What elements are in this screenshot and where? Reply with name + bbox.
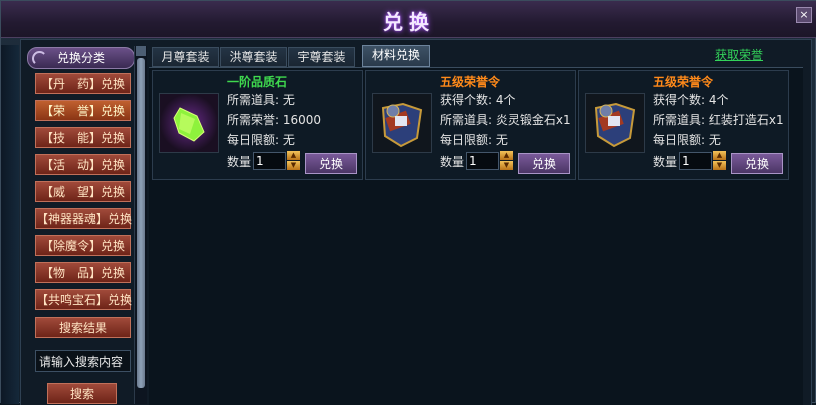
item-name: 五级荣誉令 [440,75,501,89]
exchange-window: 兑换 × 兑换分类 【丹 药】兑换 【荣 誉】兑换 【技 能】兑换 【活 动】兑… [0,0,816,405]
item-required-honor: 所需荣誉: 16000 [227,113,322,127]
tab-moon-set[interactable]: 月尊套装 [152,47,219,67]
item-daily-limit: 每日限额: 无 [227,133,295,147]
tab-hong-set[interactable]: 洪尊套装 [220,47,287,67]
quantity-down-icon[interactable]: ▼ [287,161,300,170]
exchange-card: 一阶品质石 所需道具: 无 所需荣誉: 16000 每日限额: 无 数量 ▲ ▼… [152,70,363,180]
quantity-label: 数量 [440,155,465,169]
category-header-label: 兑换分类 [56,51,105,65]
category-skill[interactable]: 【技 能】兑换 [35,127,131,148]
item-daily-limit: 每日限额: 无 [653,133,721,147]
search-results-button[interactable]: 搜索结果 [35,317,131,338]
category-artifact-soul[interactable]: 【神器器魂】兑换 [35,208,132,229]
honor-token-icon[interactable] [585,93,645,153]
category-demon-token[interactable]: 【除魔令】兑换 [35,235,131,256]
item-obtain-count: 获得个数: 4个 [440,93,516,107]
quantity-down-icon[interactable]: ▼ [500,161,513,170]
left-decoration [1,45,19,404]
item-required-items: 所需道具: 红装打造石x1 [653,113,784,127]
item-obtain-count: 获得个数: 4个 [653,93,729,107]
quantity-field[interactable] [679,152,712,170]
title-bar[interactable]: 兑换 × [1,1,816,38]
quantity-label: 数量 [227,155,252,169]
quantity-up-icon[interactable]: ▲ [713,151,726,160]
get-honor-link[interactable]: 获取荣誉 [715,46,763,63]
close-button[interactable]: × [796,7,812,23]
tab-yu-set[interactable]: 宇尊套装 [288,47,355,67]
category-header: 兑换分类 [27,47,135,69]
honor-token-icon[interactable] [372,93,432,153]
quantity-up-icon[interactable]: ▲ [287,151,300,160]
quantity-up-icon[interactable]: ▲ [500,151,513,160]
scroll-thumb[interactable] [137,58,145,388]
quantity-down-icon[interactable]: ▼ [713,161,726,170]
quantity-label: 数量 [653,155,678,169]
swirl-icon [32,51,47,66]
exchange-button[interactable]: 兑换 [731,153,783,174]
category-honor[interactable]: 【荣 誉】兑换 [35,100,131,121]
exchange-button[interactable]: 兑换 [518,153,570,174]
sidebar-scrollbar[interactable] [134,46,147,404]
quantity-field[interactable] [253,152,286,170]
green-crystal-icon[interactable] [159,93,219,153]
category-activity[interactable]: 【活 动】兑换 [35,154,131,175]
tab-material-exchange[interactable]: 材料兑换 [362,45,430,67]
category-resonance-gem[interactable]: 【共鸣宝石】兑换 [35,289,132,310]
search-input[interactable] [35,350,131,372]
category-sidebar: 兑换分类 【丹 药】兑换 【荣 誉】兑换 【技 能】兑换 【活 动】兑换 【威 … [25,45,135,404]
window-title: 兑换 [383,10,435,34]
category-prestige[interactable]: 【威 望】兑换 [35,181,131,202]
category-medicine[interactable]: 【丹 药】兑换 [35,73,131,94]
item-name: 五级荣誉令 [653,75,714,89]
item-name: 一阶品质石 [227,75,288,89]
item-required-items: 所需道具: 炎灵锻金石x1 [440,113,571,127]
category-item[interactable]: 【物 品】兑换 [35,262,131,283]
exchange-button[interactable]: 兑换 [305,153,357,174]
quantity-field[interactable] [466,152,499,170]
search-button[interactable]: 搜索 [47,383,117,404]
scroll-up-icon[interactable] [136,46,146,56]
exchange-card: 五级荣誉令 获得个数: 4个 所需道具: 红装打造石x1 每日限额: 无 数量 … [578,70,789,180]
exchange-card: 五级荣誉令 获得个数: 4个 所需道具: 炎灵锻金石x1 每日限额: 无 数量 … [365,70,576,180]
item-required-items: 所需道具: 无 [227,93,295,107]
item-daily-limit: 每日限额: 无 [440,133,508,147]
